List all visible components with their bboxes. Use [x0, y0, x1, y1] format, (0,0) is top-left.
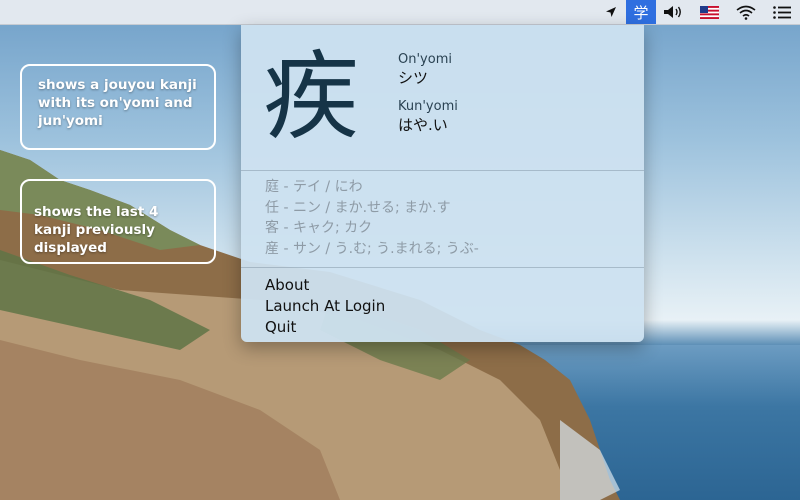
current-kanji: 疾: [263, 41, 359, 153]
history-item: 庭 - テイ / にわ: [265, 179, 363, 195]
app-menu-items: About Launch At Login Quit: [265, 275, 385, 338]
kunyomi-value: はや.い: [398, 116, 448, 134]
callout-history: shows the last 4 kanji previously displa…: [20, 179, 216, 264]
menu-item-launch-at-login[interactable]: Launch At Login: [265, 296, 385, 317]
kanji-history-list: 庭 - テイ / にわ 任 - ニン / まか.せる; まか.す 客 - キャク…: [265, 177, 479, 259]
history-item: 産 - サン / う.む; う.まれる; うぶ-: [265, 240, 479, 257]
list-menu-icon[interactable]: [764, 0, 800, 24]
kunyomi-label: Kun'yomi: [398, 99, 458, 114]
separator: [241, 267, 644, 268]
kanji-dropdown-menu: 疾 On'yomi シツ Kun'yomi はや.い 庭 - テイ / にわ 任…: [241, 25, 644, 342]
separator: [241, 170, 644, 171]
onyomi-value: シツ: [398, 69, 429, 87]
volume-icon[interactable]: [656, 0, 690, 24]
callout-current-kanji: shows a jouyou kanji with its on'yomi an…: [20, 64, 216, 150]
history-item: 任 - ニン / まか.せる; まか.す: [265, 199, 451, 216]
us-flag-icon[interactable]: [690, 0, 728, 24]
menu-bar: 学: [0, 0, 800, 25]
history-item: 客 - キャク; カク: [265, 220, 373, 236]
menu-item-about[interactable]: About: [265, 275, 385, 296]
location-arrow-icon[interactable]: [596, 0, 626, 24]
app-kanji-icon[interactable]: 学: [626, 0, 656, 24]
wifi-icon[interactable]: [728, 0, 764, 24]
menu-item-quit[interactable]: Quit: [265, 317, 385, 338]
onyomi-label: On'yomi: [398, 52, 452, 67]
